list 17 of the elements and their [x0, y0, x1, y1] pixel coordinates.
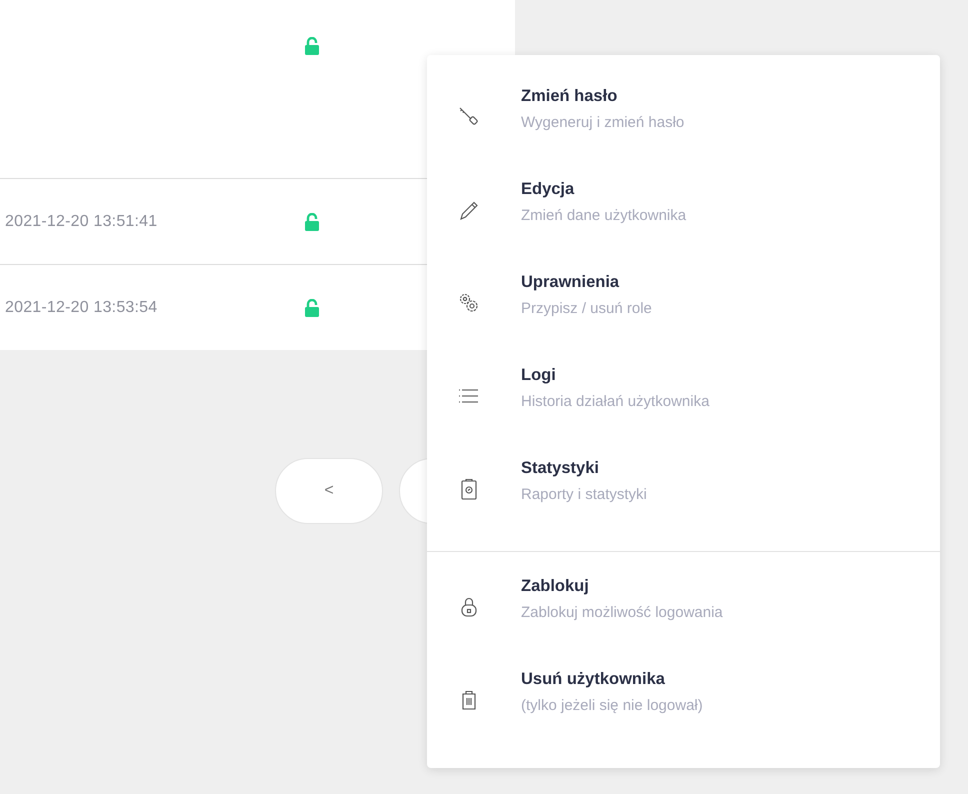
menu-item-description: Zablokuj możliwość logowania — [521, 604, 723, 621]
menu-item-description: Wygeneruj i zmień hasło — [521, 114, 684, 131]
menu-item[interactable]: Usuń użytkownika — [521, 670, 703, 689]
menu-item-description: Raporty i statystyki — [521, 486, 647, 503]
menu-item[interactable]: Zablokuj — [521, 577, 723, 596]
menu-item-description: (tylko jeżeli się nie logował) — [521, 697, 703, 714]
menu-item[interactable]: Logi — [521, 366, 710, 385]
menu-item[interactable]: Statystyki — [521, 459, 647, 478]
previous-page-button[interactable]: < — [275, 458, 383, 524]
menu-item[interactable]: Uprawnienia — [521, 273, 652, 292]
menu-item-description: Przypisz / usuń role — [521, 300, 652, 317]
date-cell-text: 2021-12-20 13:53:54 — [4, 298, 158, 316]
menu-item[interactable]: Zmień hasło — [521, 87, 684, 106]
menu-item[interactable]: Edycja — [521, 180, 686, 199]
menu-item-description: Historia działań użytkownika — [521, 393, 710, 410]
menu-item-description: Zmień dane użytkownika — [521, 207, 686, 224]
date-cell-text: 2021-12-20 13:51:41 — [4, 212, 158, 230]
